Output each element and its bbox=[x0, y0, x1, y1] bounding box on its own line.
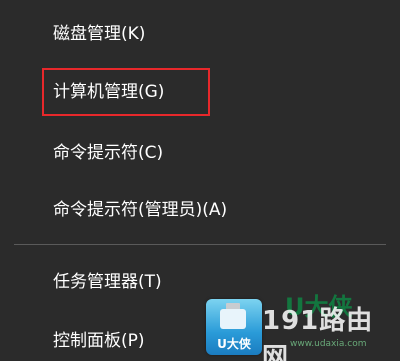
menu-item-command-prompt[interactable]: 命令提示符(C) bbox=[53, 133, 163, 173]
usb-logo-icon: U大侠 bbox=[206, 299, 262, 355]
menu-item-command-prompt-admin[interactable]: 命令提示符(管理员)(A) bbox=[53, 190, 227, 230]
menu-item-control-panel[interactable]: 控制面板(P) bbox=[53, 321, 145, 361]
menu-item-task-manager[interactable]: 任务管理器(T) bbox=[53, 262, 162, 302]
logo-text: U大侠 bbox=[217, 337, 251, 351]
watermark-site: 191路由网 bbox=[262, 306, 374, 361]
menu-divider bbox=[14, 244, 386, 245]
watermark-url: www.udaxia.com bbox=[290, 339, 367, 349]
context-menu: 磁盘管理(K) 计算机管理(G) 命令提示符(C) 命令提示符(管理员)(A) … bbox=[0, 0, 400, 361]
menu-item-computer-management[interactable]: 计算机管理(G) bbox=[53, 72, 164, 112]
menu-item-disk-management[interactable]: 磁盘管理(K) bbox=[53, 14, 145, 54]
usb-body-shape bbox=[220, 309, 246, 329]
